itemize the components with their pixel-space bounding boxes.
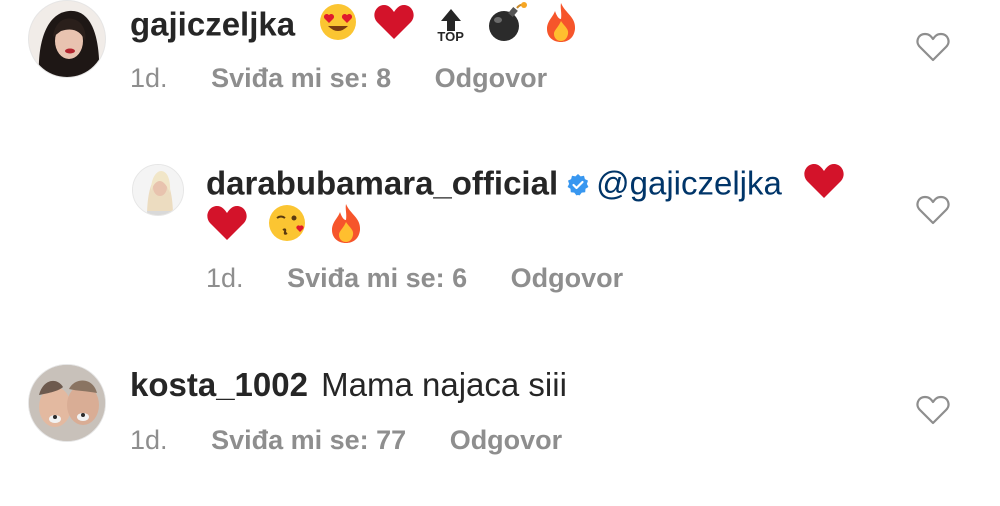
comment-likes[interactable]: Sviđa mi se: 6 bbox=[287, 263, 467, 293]
comment-kosta-1002: kosta_1002 Mama najaca siii 1d. Sviđa mi… bbox=[0, 362, 1000, 472]
comment-darabubamara-official: darabubamara_official @gajiczeljka 1d. S… bbox=[0, 160, 1000, 310]
avatar[interactable] bbox=[28, 364, 106, 442]
comment-username[interactable]: kosta_1002 bbox=[130, 366, 308, 403]
bomb-icon bbox=[486, 1, 528, 53]
avatar[interactable] bbox=[28, 0, 106, 78]
comment-username[interactable]: gajiczeljka bbox=[130, 6, 295, 43]
avatar[interactable] bbox=[132, 164, 184, 216]
reply-button[interactable]: Odgovor bbox=[435, 63, 548, 93]
top-emoji-label: TOP bbox=[437, 29, 464, 44]
reply-button[interactable]: Odgovor bbox=[450, 425, 563, 455]
red-heart-icon bbox=[373, 3, 415, 51]
avatar-photo bbox=[133, 165, 183, 215]
face-blowing-a-kiss-icon bbox=[267, 202, 309, 254]
top-arrow-icon: TOP bbox=[431, 7, 471, 47]
comment-likes[interactable]: Sviđa mi se: 8 bbox=[211, 63, 391, 93]
comment-meta: 1d. Sviđa mi se: 8 Odgovor bbox=[130, 62, 547, 94]
comment-text: Mama najaca siii bbox=[321, 366, 567, 403]
smiling-face-with-heart-eyes-icon bbox=[318, 2, 358, 52]
comment-time[interactable]: 1d. bbox=[130, 63, 168, 93]
like-heart-icon[interactable] bbox=[916, 394, 950, 426]
reply-button[interactable]: Odgovor bbox=[511, 263, 624, 293]
comment-body: gajiczeljka TOP bbox=[130, 1, 579, 53]
comment-body-line-2 bbox=[206, 202, 364, 254]
avatar-photo bbox=[29, 365, 105, 441]
comment-gajiczeljka: gajiczeljka TOP 1d. Sviđa mi se: 8 Odgov… bbox=[0, 0, 1000, 130]
comment-meta: 1d. Sviđa mi se: 77 Odgovor bbox=[130, 424, 562, 456]
fire-icon bbox=[543, 1, 579, 53]
comment-meta: 1d. Sviđa mi se: 6 Odgovor bbox=[206, 262, 623, 294]
red-heart-icon bbox=[206, 204, 248, 252]
comment-time[interactable]: 1d. bbox=[206, 263, 244, 293]
comment-body: kosta_1002 Mama najaca siii bbox=[130, 364, 567, 406]
like-heart-icon[interactable] bbox=[916, 31, 950, 63]
comment-likes[interactable]: Sviđa mi se: 77 bbox=[211, 425, 406, 455]
comment-time[interactable]: 1d. bbox=[130, 425, 168, 455]
comment-username[interactable]: darabubamara_official bbox=[206, 165, 558, 202]
mention-link[interactable]: @gajiczeljka bbox=[596, 165, 782, 202]
red-heart-icon bbox=[803, 162, 845, 210]
verified-badge-icon bbox=[566, 165, 590, 207]
fire-icon bbox=[328, 202, 364, 254]
avatar-photo bbox=[29, 1, 105, 77]
like-heart-icon[interactable] bbox=[916, 194, 950, 226]
